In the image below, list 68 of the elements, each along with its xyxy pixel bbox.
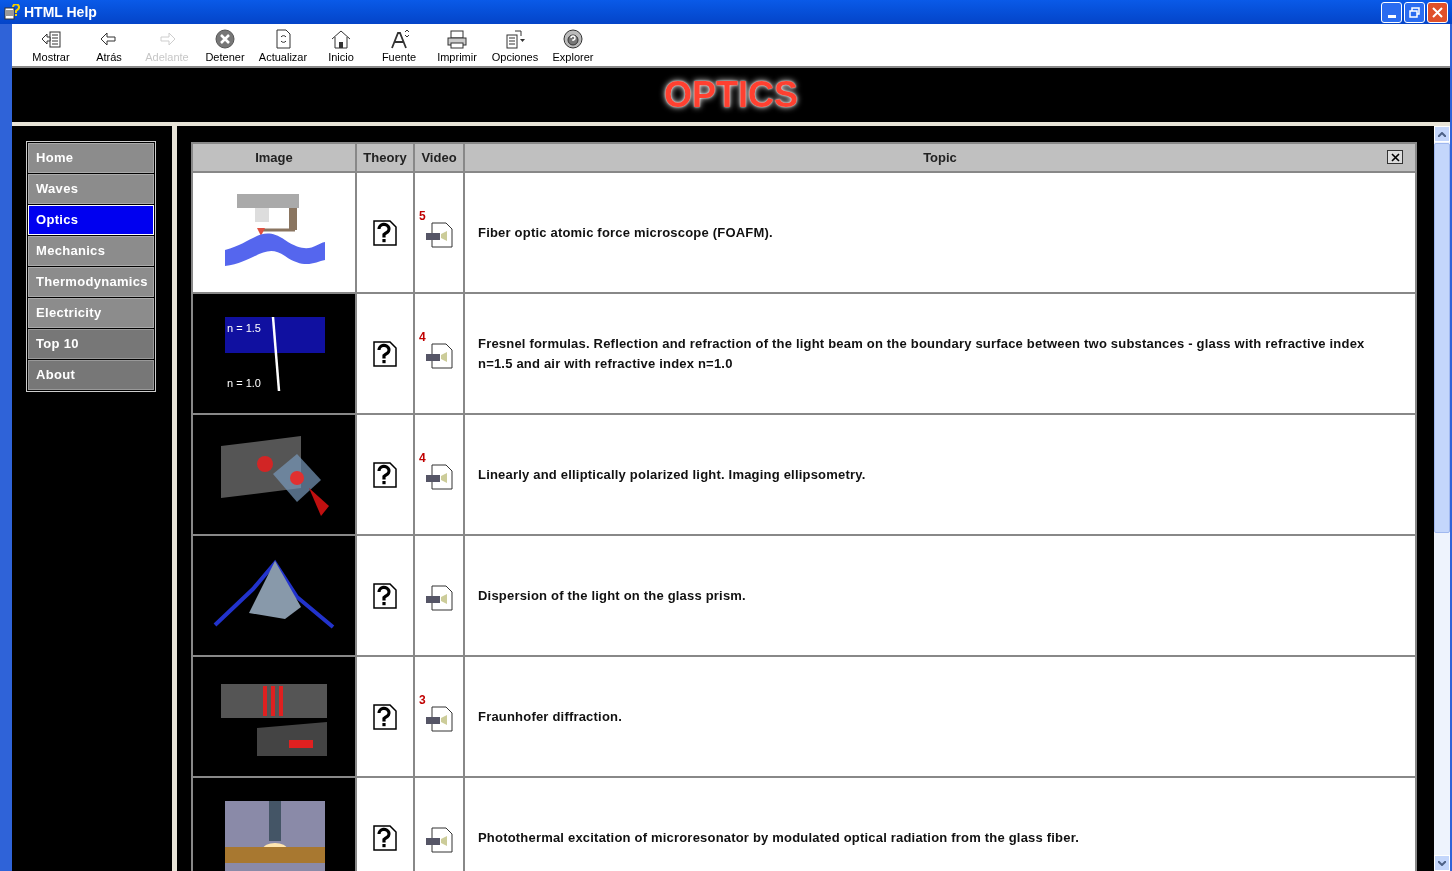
column-header: Video [421,149,457,165]
restore-button[interactable] [1404,1,1425,23]
video-file-icon [425,221,453,248]
image-label: n = 1.0 [227,376,261,391]
topic-text: Fresnel formulas. Reflection and refraction of the light beam on the boundary surface between two substances - glass with refractive index n=1.5 and air with refractive index n=1.0 [478,336,1365,371]
toolbar-button[interactable]: Mostrar [22,29,80,64]
toolbar-button[interactable]: Explorer [544,29,602,64]
scroll-thumb[interactable] [1434,143,1450,533]
sidebar-item[interactable]: Thermodynamics [28,267,154,297]
scroll-down-icon [1438,860,1446,866]
close-icon [1390,152,1400,162]
video-count: 4 [419,330,426,343]
stop-icon [214,29,236,49]
sidebar-item[interactable]: Home [28,143,154,173]
help-document-icon[interactable] [373,582,397,609]
scroll-up-icon [1438,131,1446,137]
help-document-icon[interactable] [373,219,397,246]
sidebar-item[interactable]: Top 10 [28,329,154,359]
topic-text: Fraunhofer diffraction. [478,708,622,724]
video-button[interactable] [425,584,453,611]
toolbar-button[interactable]: Inicio [312,29,370,64]
video-file-icon [425,342,453,369]
help-document-icon[interactable] [373,824,397,851]
home-icon [330,29,352,49]
scrollbar[interactable] [1434,126,1450,871]
minimize-button[interactable] [1381,1,1402,23]
restore-icon [1409,6,1420,18]
show-icon [40,29,62,49]
topic-text: Dispersion of the light on the glass prism. [478,587,746,603]
options-icon [504,29,526,49]
video-count: 3 [419,693,426,706]
close-button[interactable] [1387,150,1403,164]
toolbar-button[interactable]: Actualizar [254,29,312,64]
toolbar-button[interactable]: Atrás [80,29,138,64]
sidebar-item[interactable]: Electricity [28,298,154,328]
column-header: Image [255,149,293,165]
print-icon [446,29,468,49]
sidebar-item[interactable]: Mechanics [28,236,154,266]
video-file-icon [425,463,453,490]
close-icon [1432,6,1443,18]
minimize-icon [1387,14,1396,18]
video-button[interactable] [425,826,453,853]
video-file-icon [425,826,453,853]
column-header: Topic [923,149,957,165]
sidebar-item[interactable]: Optics [28,205,154,235]
topic-text: Photothermal excitation of microresonator by modulated optical radiation from the glass fiber. [478,829,1079,845]
help-document-icon[interactable] [373,340,397,367]
help-document-icon[interactable] [373,461,397,488]
toolbar-button[interactable]: Fuente [370,29,428,64]
font-icon [388,29,410,49]
help-document-icon[interactable] [373,703,397,730]
video-file-icon [425,705,453,732]
window-title: HTML Help [24,2,97,22]
video-count: 5 [419,209,426,222]
video-count: 4 [419,451,426,464]
explorer-icon [562,29,584,49]
banner-title: OPTICS [664,73,798,117]
toolbar-button[interactable]: Detener [196,29,254,64]
video-file-icon [425,584,453,611]
topic-text: Fiber optic atomic force microscope (FOAFM). [478,224,773,240]
toolbar-button[interactable]: Opciones [486,29,544,64]
column-header: Theory [363,149,407,165]
toolbar-button[interactable]: Imprimir [428,29,486,64]
help-icon [4,4,20,20]
topic-text: Linearly and elliptically polarized light. Imaging ellipsometry. [478,466,866,482]
sidebar-item[interactable]: Waves [28,174,154,204]
image-label: n = 1.5 [227,321,261,336]
sidebar-item[interactable]: About [28,360,154,390]
